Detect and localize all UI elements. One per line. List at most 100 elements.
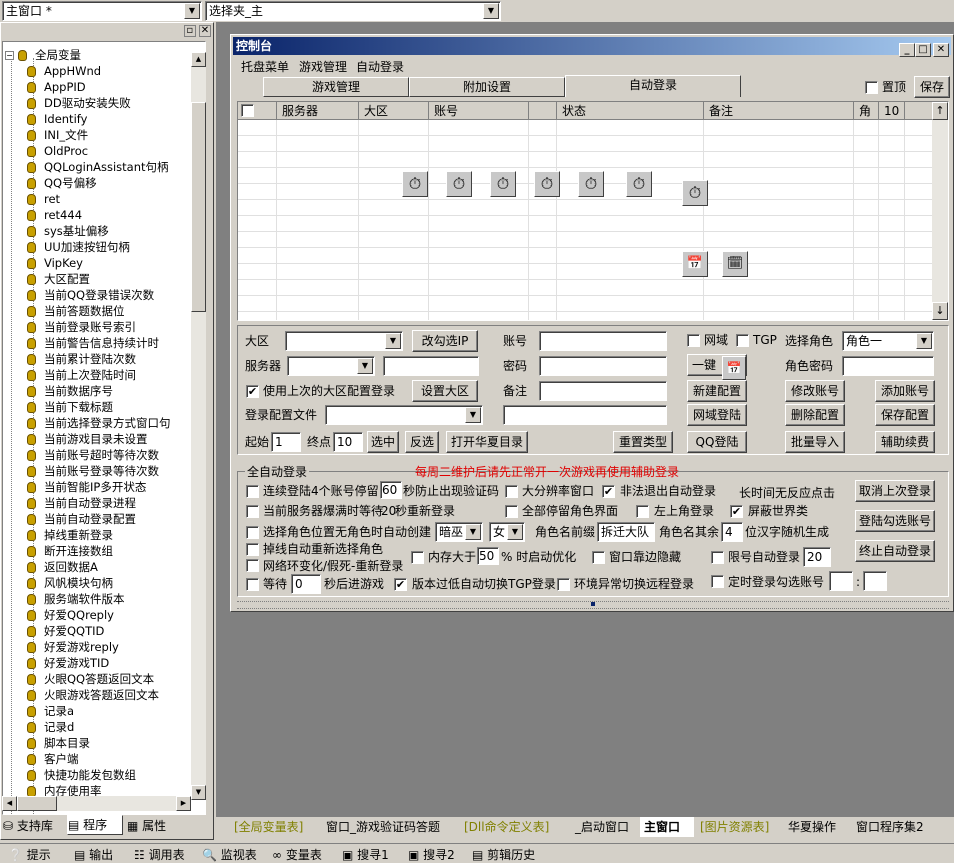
window-combo[interactable]: 主窗口 * ▼	[2, 1, 202, 21]
file-tab[interactable]: [Dll命令定义表]	[460, 817, 568, 837]
role-combo[interactable]: 角色一 ▼	[842, 331, 934, 351]
change-ip-button[interactable]: 改勾选IP	[412, 330, 478, 352]
tree-item[interactable]: 当前警告信息持续计时	[27, 335, 159, 351]
opt5-checkbox[interactable]	[246, 559, 259, 572]
batch-import-button[interactable]: 批量导入	[785, 431, 845, 453]
tab-auto-login[interactable]: 自动登录	[565, 75, 741, 97]
tree-item[interactable]: 当前智能IP多开状态	[27, 479, 146, 495]
account-input[interactable]	[539, 331, 667, 351]
file-tab[interactable]: 华夏操作	[784, 817, 848, 837]
tab-hint[interactable]: ❔ 提示	[8, 847, 51, 863]
prefix-input[interactable]: 拆迁大队	[597, 522, 655, 542]
tree-item[interactable]: 好爱QQreply	[27, 607, 114, 623]
chevron-down-icon[interactable]: ▼	[357, 358, 373, 374]
tree-item[interactable]: 火眼游戏答题返回文本	[27, 687, 159, 703]
tree-item[interactable]: 当前自动登录配置	[27, 511, 136, 527]
tab-variables[interactable]: ∞ 变量表	[272, 847, 322, 863]
tree-item[interactable]: 记录d	[27, 719, 74, 735]
scroll-up-icon[interactable]: ↑	[932, 102, 948, 120]
tree-item[interactable]: 当前累计登陆次数	[27, 351, 136, 367]
tree-item[interactable]: INI_文件	[27, 127, 88, 143]
col-account[interactable]: 账号	[434, 103, 458, 119]
tree-item[interactable]: 当前游戏目录未设置	[27, 431, 148, 447]
tree-item[interactable]: 记录a	[27, 703, 74, 719]
chevron-down-icon[interactable]: ▼	[916, 333, 932, 349]
open-dir-button[interactable]: 打开华夏目录	[446, 431, 528, 453]
select-all-checkbox[interactable]	[241, 104, 254, 117]
tree-item[interactable]: 客户端	[27, 751, 79, 767]
opt2-value[interactable]: 20	[381, 503, 396, 519]
tree-item[interactable]: 当前数据序号	[27, 383, 113, 399]
tree-item[interactable]: 当前自动登录进程	[27, 495, 136, 511]
version-tgp-checkbox[interactable]: ✔	[394, 578, 407, 591]
server-combo[interactable]: ▼	[287, 356, 375, 376]
maximize-icon[interactable]: □	[915, 43, 931, 57]
add-account-button[interactable]: 添加账号	[875, 380, 935, 402]
tab-support-lib[interactable]: ⛁ 支持库	[3, 817, 65, 835]
tree-hscroll[interactable]: ◀ ▶	[2, 796, 191, 811]
tab-output[interactable]: ▤ 输出	[74, 847, 113, 863]
gender-combo[interactable]: 女 ▼	[489, 522, 525, 542]
scroll-thumb[interactable]	[191, 102, 206, 312]
login-config-combo[interactable]: ▼	[325, 405, 483, 425]
all-stay-checkbox[interactable]	[505, 505, 518, 518]
tab-search1[interactable]: ▣ 搜寻1	[342, 847, 389, 863]
pin-top-checkbox[interactable]	[865, 81, 878, 94]
remark-input[interactable]	[539, 381, 667, 401]
tree-item[interactable]: 火眼QQ答题返回文本	[27, 671, 154, 687]
tree-item[interactable]: 脚本目录	[27, 735, 90, 751]
big-res-checkbox[interactable]	[505, 485, 518, 498]
illegal-exit-checkbox[interactable]: ✔	[602, 485, 615, 498]
chevron-down-icon[interactable]: ▼	[465, 524, 481, 540]
menu-game-manage[interactable]: 游戏管理	[299, 59, 347, 75]
chevron-down-icon[interactable]: ▼	[507, 524, 523, 540]
tree-item[interactable]: 当前答题数据位	[27, 303, 125, 319]
stop-auto-button[interactable]: 终止自动登录	[855, 540, 935, 562]
login-config-input[interactable]	[503, 405, 667, 425]
tree-item[interactable]: 好爱游戏TID	[27, 655, 109, 671]
tree-item[interactable]: DD驱动安装失败	[27, 95, 131, 111]
modify-account-button[interactable]: 修改账号	[785, 380, 845, 402]
tree-item[interactable]: OldProc	[27, 143, 88, 159]
limit-input[interactable]: 20	[803, 547, 831, 567]
chevron-down-icon[interactable]: ▼	[465, 407, 481, 423]
tree-item[interactable]: ret444	[27, 207, 82, 223]
tree-item[interactable]: sys基址偏移	[27, 223, 109, 239]
tree-item[interactable]: 当前登录账号索引	[27, 319, 136, 335]
timed-login-checkbox[interactable]	[711, 575, 724, 588]
tree-item[interactable]: AppPID	[27, 79, 86, 95]
netdomain-checkbox[interactable]	[687, 334, 700, 347]
tab-extra-settings[interactable]: 附加设置	[409, 77, 565, 97]
qq-login-button[interactable]: QQ登陆	[687, 431, 747, 453]
tab-properties[interactable]: ▦ 属性	[127, 817, 183, 835]
opt3-checkbox[interactable]	[246, 526, 259, 539]
tree-item[interactable]: 当前QQ登录错误次数	[27, 287, 154, 303]
file-tab[interactable]: 主窗口	[640, 817, 694, 837]
renew-button[interactable]: 辅助续费	[875, 431, 935, 453]
delete-config-button[interactable]: 删除配置	[785, 404, 845, 426]
tree-item[interactable]: 返回数据A	[27, 559, 98, 575]
role-password-input[interactable]	[842, 356, 934, 376]
col-area[interactable]: 大区	[364, 103, 388, 119]
menu-icon[interactable]: ▫	[183, 25, 196, 37]
area-combo[interactable]: ▼	[285, 331, 403, 351]
grid-vscroll[interactable]: ↑ ↓	[932, 102, 948, 320]
tree-item[interactable]: Identify	[27, 111, 87, 127]
file-tab[interactable]: 窗口_游戏验证码答题	[322, 817, 458, 837]
opt1-input[interactable]: 60	[380, 481, 402, 499]
reset-type-button[interactable]: 重置类型	[613, 431, 673, 453]
invert-button[interactable]: 反选	[405, 431, 439, 453]
folder-combo[interactable]: 选择夹_主 ▼	[205, 1, 501, 21]
tree-view[interactable]: − 全局变量 AppHWnd AppPID DD驱动安装失败 Identify INI_文…	[2, 41, 206, 815]
opt1-checkbox[interactable]	[246, 485, 259, 498]
tree-root[interactable]: − 全局变量	[5, 47, 81, 63]
tree-item[interactable]: QQ号偏移	[27, 175, 97, 191]
tab-watch[interactable]: 🔍 监视表	[202, 847, 257, 863]
save-button[interactable]: 保存	[914, 76, 950, 98]
save-config-button[interactable]: 保存配置	[875, 404, 935, 426]
scroll-left-icon[interactable]: ◀	[2, 796, 17, 811]
close-icon[interactable]: ✕	[199, 25, 211, 37]
menu-auto-login[interactable]: 自动登录	[356, 59, 404, 75]
file-tab[interactable]: _启动窗口	[571, 817, 637, 837]
wait-checkbox[interactable]	[246, 578, 259, 591]
